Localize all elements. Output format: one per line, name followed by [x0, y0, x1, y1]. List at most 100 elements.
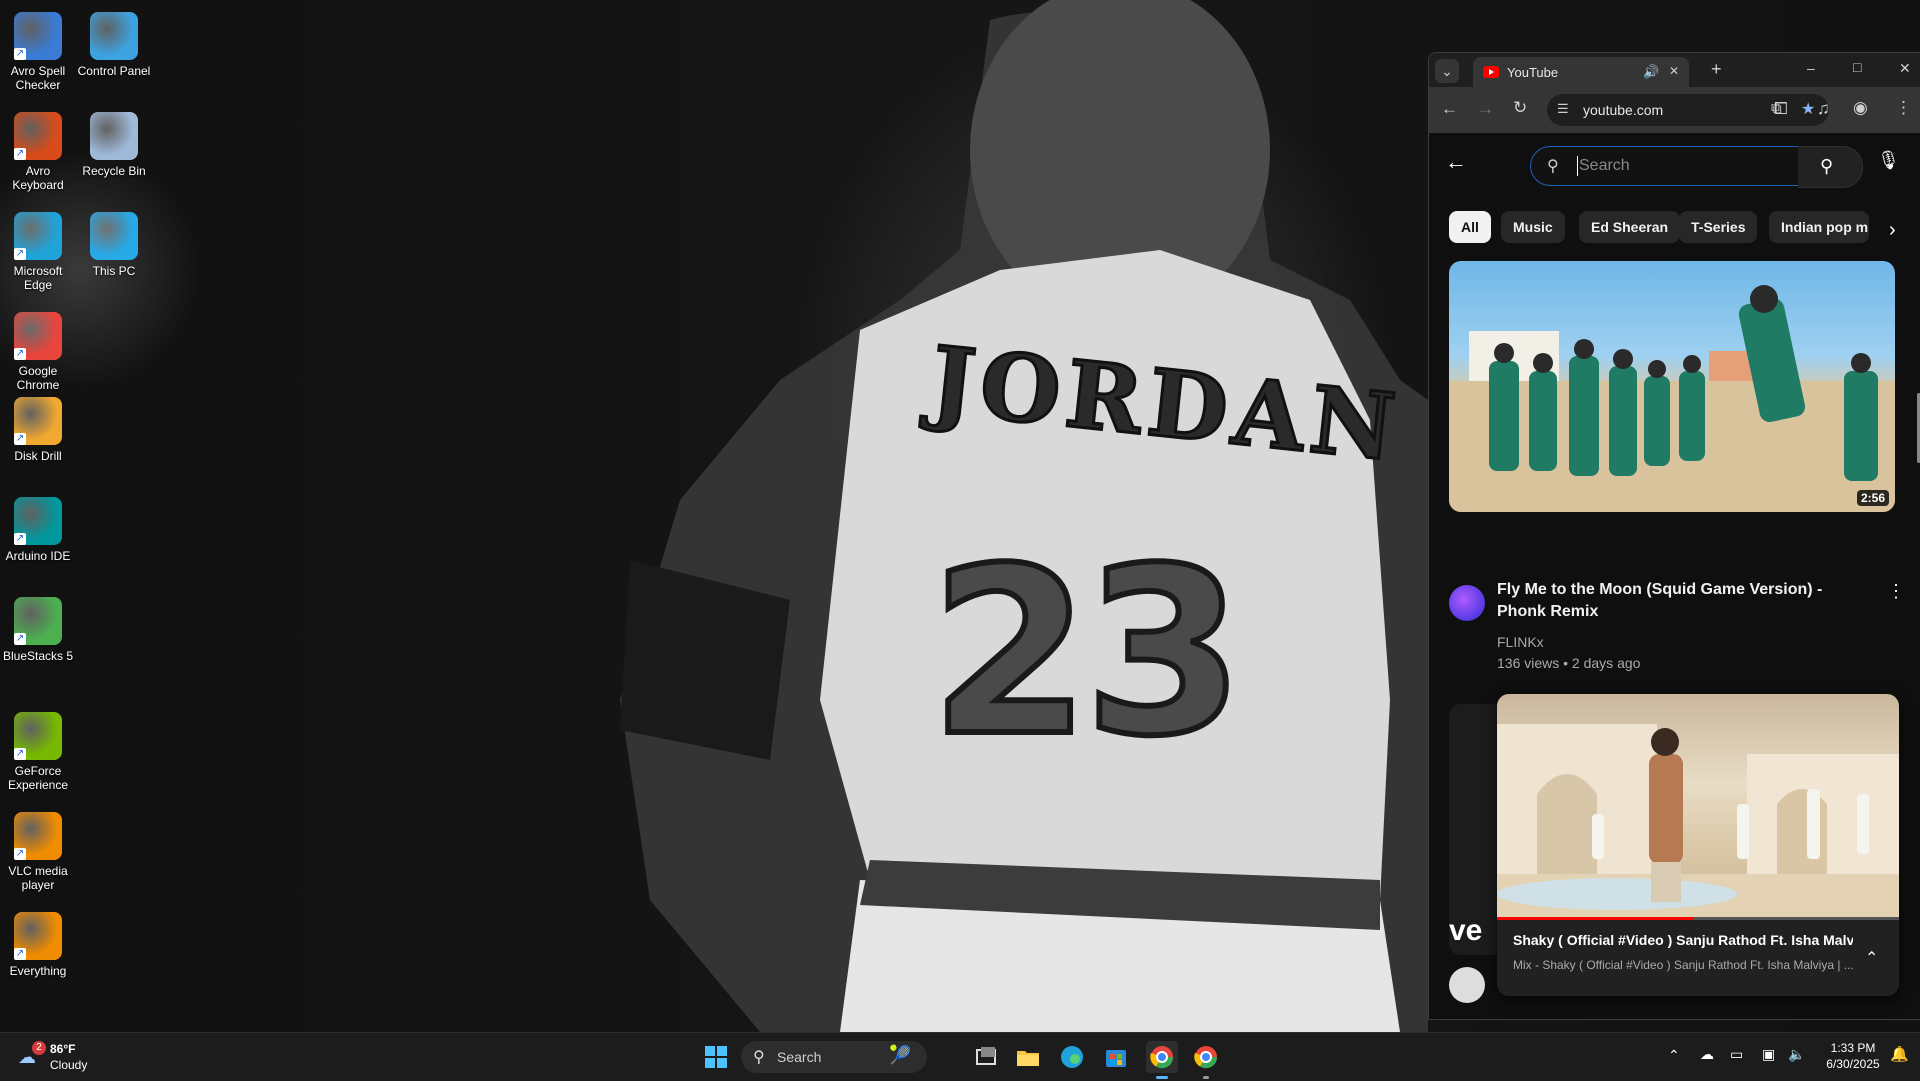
- start-button[interactable]: [700, 1041, 732, 1073]
- shortcut-arrow-icon: ↗: [14, 348, 26, 360]
- file-explorer-icon: [1017, 1051, 1039, 1066]
- show-hidden-icons-chevron-icon[interactable]: ⌃: [1668, 1047, 1680, 1064]
- profile-icon[interactable]: ◉: [1853, 98, 1868, 118]
- notification-bell-icon[interactable]: 🔔: [1890, 1045, 1909, 1063]
- taskbar-search-icon: ⚲: [753, 1049, 765, 1066]
- miniplayer-title[interactable]: Shaky ( Official #Video ) Sanju Rathod F…: [1513, 932, 1853, 948]
- youtube-search-input[interactable]: ⚲ Search: [1530, 146, 1800, 186]
- youtube-page: ← ⚲ Search ⚲ 🎙 All Music Ed Sheeran T-Serie…: [1429, 133, 1920, 1019]
- filter-chip[interactable]: Music: [1501, 211, 1565, 243]
- media-control-icon[interactable]: ♫: [1817, 99, 1830, 119]
- open-app-indicator: [1203, 1076, 1209, 1079]
- desktop-icon-label: Disk Drill: [14, 449, 62, 463]
- miniplayer-progress-fill: [1497, 917, 1694, 920]
- desktop-icon[interactable]: ↗ Everything: [0, 906, 76, 978]
- chrome-taskbar-button-active[interactable]: [1146, 1041, 1178, 1079]
- channel-name[interactable]: FLINKx: [1497, 634, 1544, 650]
- onedrive-icon[interactable]: ☁: [1700, 1046, 1714, 1063]
- desktop-icon[interactable]: ↗ Disk Drill: [0, 391, 76, 463]
- desktop-icon-label: Control Panel: [77, 64, 151, 78]
- chrome-icon: ↗: [14, 312, 62, 360]
- desktop-icon[interactable]: ↗ Avro Keyboard: [0, 106, 76, 192]
- miniplayer-expand-chevron-icon[interactable]: ⌃: [1865, 948, 1878, 968]
- youtube-search-header: ← ⚲ Search ⚲ 🎙: [1429, 133, 1920, 193]
- desktop-icon-label: BlueStacks 5: [2, 649, 74, 663]
- taskbar: ☁ 2 86°F Cloudy ⚲ Search 🎾 ⌃ ☁ ▭ ▣ 🔈 1:3: [0, 1032, 1920, 1081]
- filter-chip[interactable]: Ed Sheeran: [1579, 211, 1681, 243]
- desktop-icon-label: Arduino IDE: [5, 549, 71, 563]
- youtube-back-arrow-icon[interactable]: ←: [1445, 149, 1467, 175]
- youtube-search-button[interactable]: ⚲: [1798, 146, 1863, 188]
- microsoft-store-icon: [1106, 1050, 1126, 1067]
- windows-logo-icon: [705, 1046, 727, 1068]
- tab-strip: ⌄ YouTube 🔊 ✕ + – □ ✕: [1429, 53, 1920, 87]
- task-view-button[interactable]: [970, 1041, 1002, 1073]
- tab-search-chevron-icon[interactable]: ⌄: [1435, 59, 1459, 83]
- chrome-profile-taskbar-button[interactable]: [1190, 1041, 1222, 1079]
- desktop-icon[interactable]: Recycle Bin: [76, 106, 152, 178]
- edge-icon: ↗: [14, 212, 62, 260]
- bookmark-star-icon[interactable]: ★: [1801, 99, 1815, 119]
- filter-chip[interactable]: Indian pop mu: [1769, 211, 1869, 243]
- desktop-icon[interactable]: ↗ GeForce Experience: [0, 706, 76, 792]
- tab-audio-icon[interactable]: 🔊: [1643, 64, 1659, 80]
- shortcut-arrow-icon: ↗: [14, 848, 26, 860]
- browser-toolbar: ← → ↻ ☰ youtube.com ⧉ ★ ⧠ ♫ ◉ ⋮: [1429, 87, 1920, 133]
- desktop-icon[interactable]: ↗ Avro Spell Checker: [0, 6, 76, 92]
- network-icon[interactable]: ▣: [1762, 1046, 1775, 1063]
- channel-avatar-2[interactable]: [1449, 967, 1485, 1003]
- taskbar-search-box[interactable]: ⚲ Search 🎾: [741, 1041, 927, 1073]
- volume-icon[interactable]: 🔈: [1788, 1046, 1805, 1063]
- extensions-icon[interactable]: ⧠: [1774, 99, 1788, 119]
- desktop-icon[interactable]: ↗ Microsoft Edge: [0, 206, 76, 292]
- active-app-indicator: [1156, 1076, 1168, 1079]
- desktop-icon-label: Avro Spell Checker: [10, 64, 66, 92]
- desktop-icon[interactable]: ↗ VLC media player: [0, 806, 76, 892]
- tab-youtube[interactable]: YouTube 🔊 ✕: [1473, 57, 1689, 87]
- clock[interactable]: 1:33 PM 6/30/2025: [1818, 1040, 1888, 1072]
- minimize-button[interactable]: –: [1807, 60, 1815, 76]
- task-view-icon: [976, 1047, 996, 1065]
- weather-widget[interactable]: ☁ 2 86°F Cloudy: [16, 1041, 136, 1073]
- desktop-icon[interactable]: ↗ Google Chrome: [0, 306, 76, 392]
- site-info-icon[interactable]: ☰: [1557, 101, 1569, 117]
- filter-chip[interactable]: All: [1449, 211, 1491, 243]
- filter-chip[interactable]: T-Series: [1679, 211, 1758, 243]
- clock-date: 6/30/2025: [1826, 1057, 1880, 1071]
- geforce-icon: ↗: [14, 712, 62, 760]
- tab-close-icon[interactable]: ✕: [1669, 64, 1679, 78]
- desktop-icon[interactable]: This PC: [76, 206, 152, 278]
- video-more-options-icon[interactable]: ⋮: [1887, 581, 1905, 602]
- video-thumbnail[interactable]: 2:56: [1449, 261, 1895, 512]
- forward-arrow-icon[interactable]: →: [1477, 99, 1494, 119]
- miniplayer-video[interactable]: [1497, 694, 1899, 918]
- file-explorer-button[interactable]: [1012, 1041, 1044, 1073]
- chips-next-chevron-icon[interactable]: ›: [1889, 219, 1896, 242]
- desktop-icon[interactable]: Control Panel: [76, 6, 152, 78]
- jersey-number-text: 23: [927, 517, 1247, 790]
- youtube-miniplayer[interactable]: Shaky ( Official #Video ) Sanju Rathod F…: [1497, 694, 1899, 996]
- miniplayer-video-art: [1497, 724, 1899, 918]
- channel-avatar[interactable]: [1449, 585, 1485, 621]
- reload-icon[interactable]: ↻: [1513, 98, 1527, 118]
- video-title[interactable]: Fly Me to the Moon (Squid Game Version) …: [1497, 579, 1857, 623]
- drive-icon[interactable]: ▭: [1730, 1046, 1743, 1063]
- miniplayer-progress-bar[interactable]: [1497, 917, 1899, 920]
- chrome-window[interactable]: ⌄ YouTube 🔊 ✕ + – □ ✕ ← → ↻ ☰ youtube.co…: [1428, 52, 1920, 1020]
- desktop-icon[interactable]: ↗ BlueStacks 5: [0, 591, 76, 663]
- weather-description: Cloudy: [50, 1058, 88, 1072]
- edge-taskbar-button[interactable]: [1056, 1041, 1088, 1073]
- close-window-button[interactable]: ✕: [1899, 60, 1911, 77]
- avro-keyboard-icon: ↗: [14, 112, 62, 160]
- chrome-menu-icon[interactable]: ⋮: [1895, 98, 1912, 118]
- search-placeholder: Search: [1579, 157, 1630, 174]
- new-tab-button[interactable]: +: [1711, 59, 1722, 80]
- voice-search-mic-icon[interactable]: 🎙: [1877, 150, 1900, 171]
- store-taskbar-button[interactable]: [1100, 1041, 1132, 1073]
- desktop-icon-label: Microsoft Edge: [13, 264, 63, 292]
- back-arrow-icon[interactable]: ←: [1441, 99, 1458, 119]
- arduino-icon: ↗: [14, 497, 62, 545]
- maximize-button[interactable]: □: [1853, 59, 1861, 75]
- desktop-icon[interactable]: ↗ Arduino IDE: [0, 491, 76, 563]
- shortcut-arrow-icon: ↗: [14, 48, 26, 60]
